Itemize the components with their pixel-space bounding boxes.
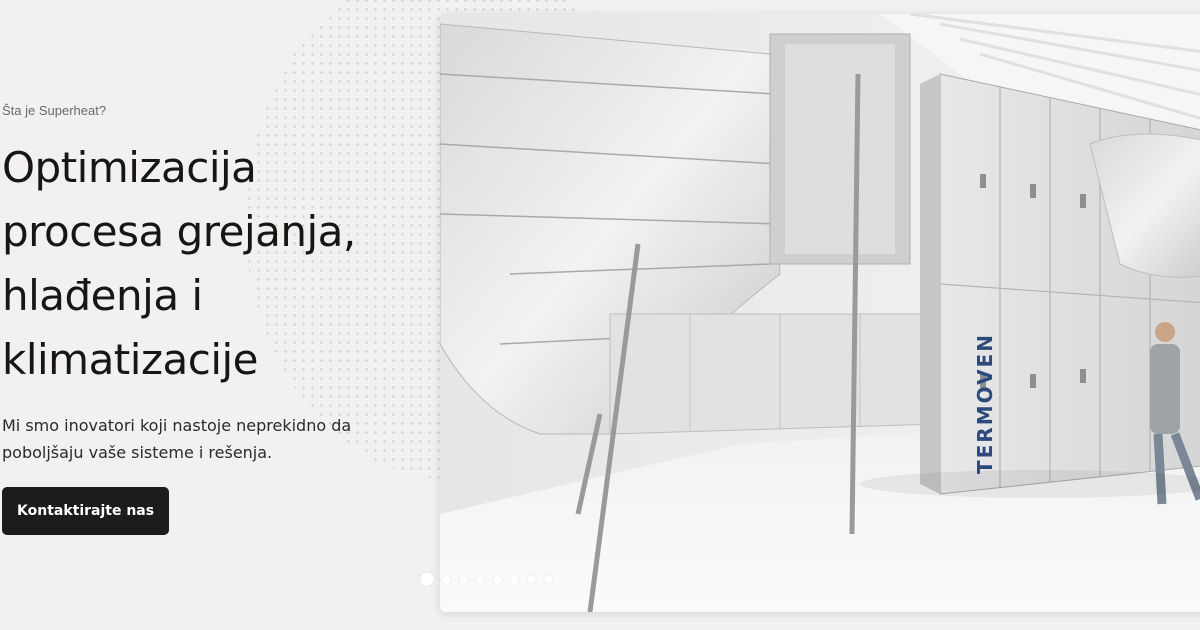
eyebrow-text: Šta je Superheat?	[2, 103, 107, 118]
carousel-dot[interactable]	[442, 574, 451, 584]
headline-line: hlađenja i	[2, 271, 203, 320]
carousel-dot[interactable]	[544, 574, 553, 584]
hero-subtext: Mi smo inovatori koji nastoje neprekidno…	[2, 412, 422, 466]
hvac-photo-icon: TERMOVEN	[440, 14, 1200, 612]
headline-line: klimatizacije	[2, 335, 259, 384]
contact-us-button[interactable]: Kontaktirajte nas	[2, 487, 170, 535]
subtext-line: Mi smo inovatori koji nastoje neprekidno…	[2, 416, 352, 435]
hero-headline: Optimizacija procesa grejanja, hlađenja …	[2, 136, 422, 392]
page: Šta je Superheat? Optimizacija procesa g…	[0, 0, 1200, 630]
carousel-dot[interactable]	[510, 574, 519, 584]
brand-text: TERMOVEN	[973, 333, 997, 474]
hero-image-card: TERMOVEN	[440, 14, 1200, 612]
carousel-dot[interactable]	[493, 574, 502, 584]
carousel-dot[interactable]	[420, 572, 434, 586]
hero-text-block: Šta je Superheat? Optimizacija procesa g…	[2, 102, 422, 535]
carousel-dot[interactable]	[476, 574, 485, 584]
headline-line: Optimizacija	[2, 143, 257, 192]
headline-line: procesa grejanja,	[2, 207, 356, 256]
carousel-dot[interactable]	[459, 574, 468, 584]
carousel-pagination	[420, 572, 553, 586]
subtext-line: poboljšaju vaše sisteme i rešenja.	[2, 443, 273, 462]
carousel-dot[interactable]	[527, 574, 536, 584]
